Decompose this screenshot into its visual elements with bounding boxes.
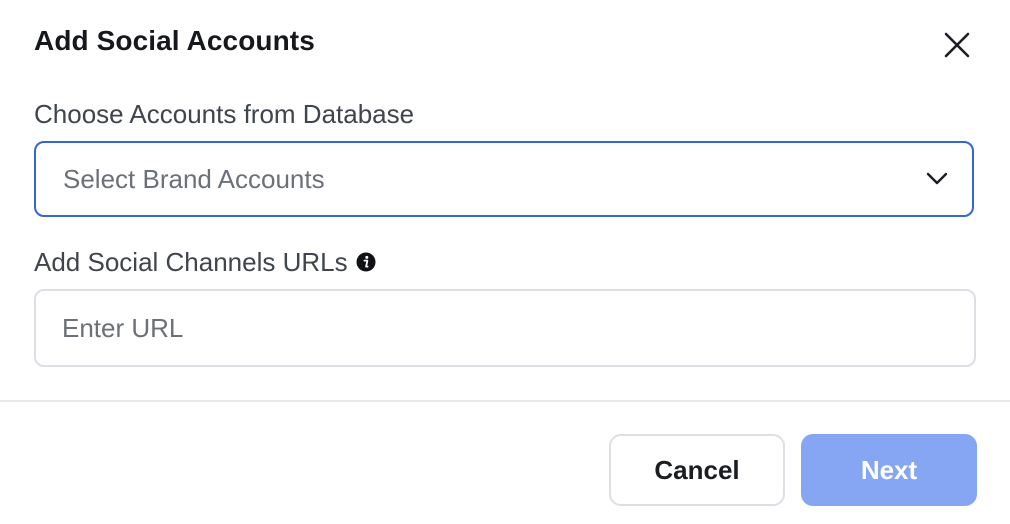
close-button[interactable] (936, 24, 978, 66)
url-input[interactable] (34, 289, 976, 367)
brand-accounts-select[interactable]: Select Brand Accounts (34, 141, 974, 217)
info-icon[interactable] (356, 252, 376, 272)
dialog-title: Add Social Accounts (34, 25, 315, 56)
close-icon (944, 32, 970, 58)
urls-field-label-text: Add Social Channels URLs (34, 247, 348, 277)
accounts-field-label-text: Choose Accounts from Database (34, 99, 415, 129)
accounts-field-label: Choose Accounts from Database (34, 98, 414, 130)
next-button[interactable]: Next (801, 434, 977, 506)
urls-field-label: Add Social Channels URLs (34, 246, 376, 278)
brand-accounts-select-placeholder: Select Brand Accounts (63, 163, 325, 194)
cancel-button[interactable]: Cancel (609, 434, 785, 506)
add-social-accounts-dialog: Add Social Accounts Choose Accounts from… (0, 0, 1010, 524)
footer-divider (0, 400, 1010, 402)
chevron-down-icon (924, 166, 950, 192)
